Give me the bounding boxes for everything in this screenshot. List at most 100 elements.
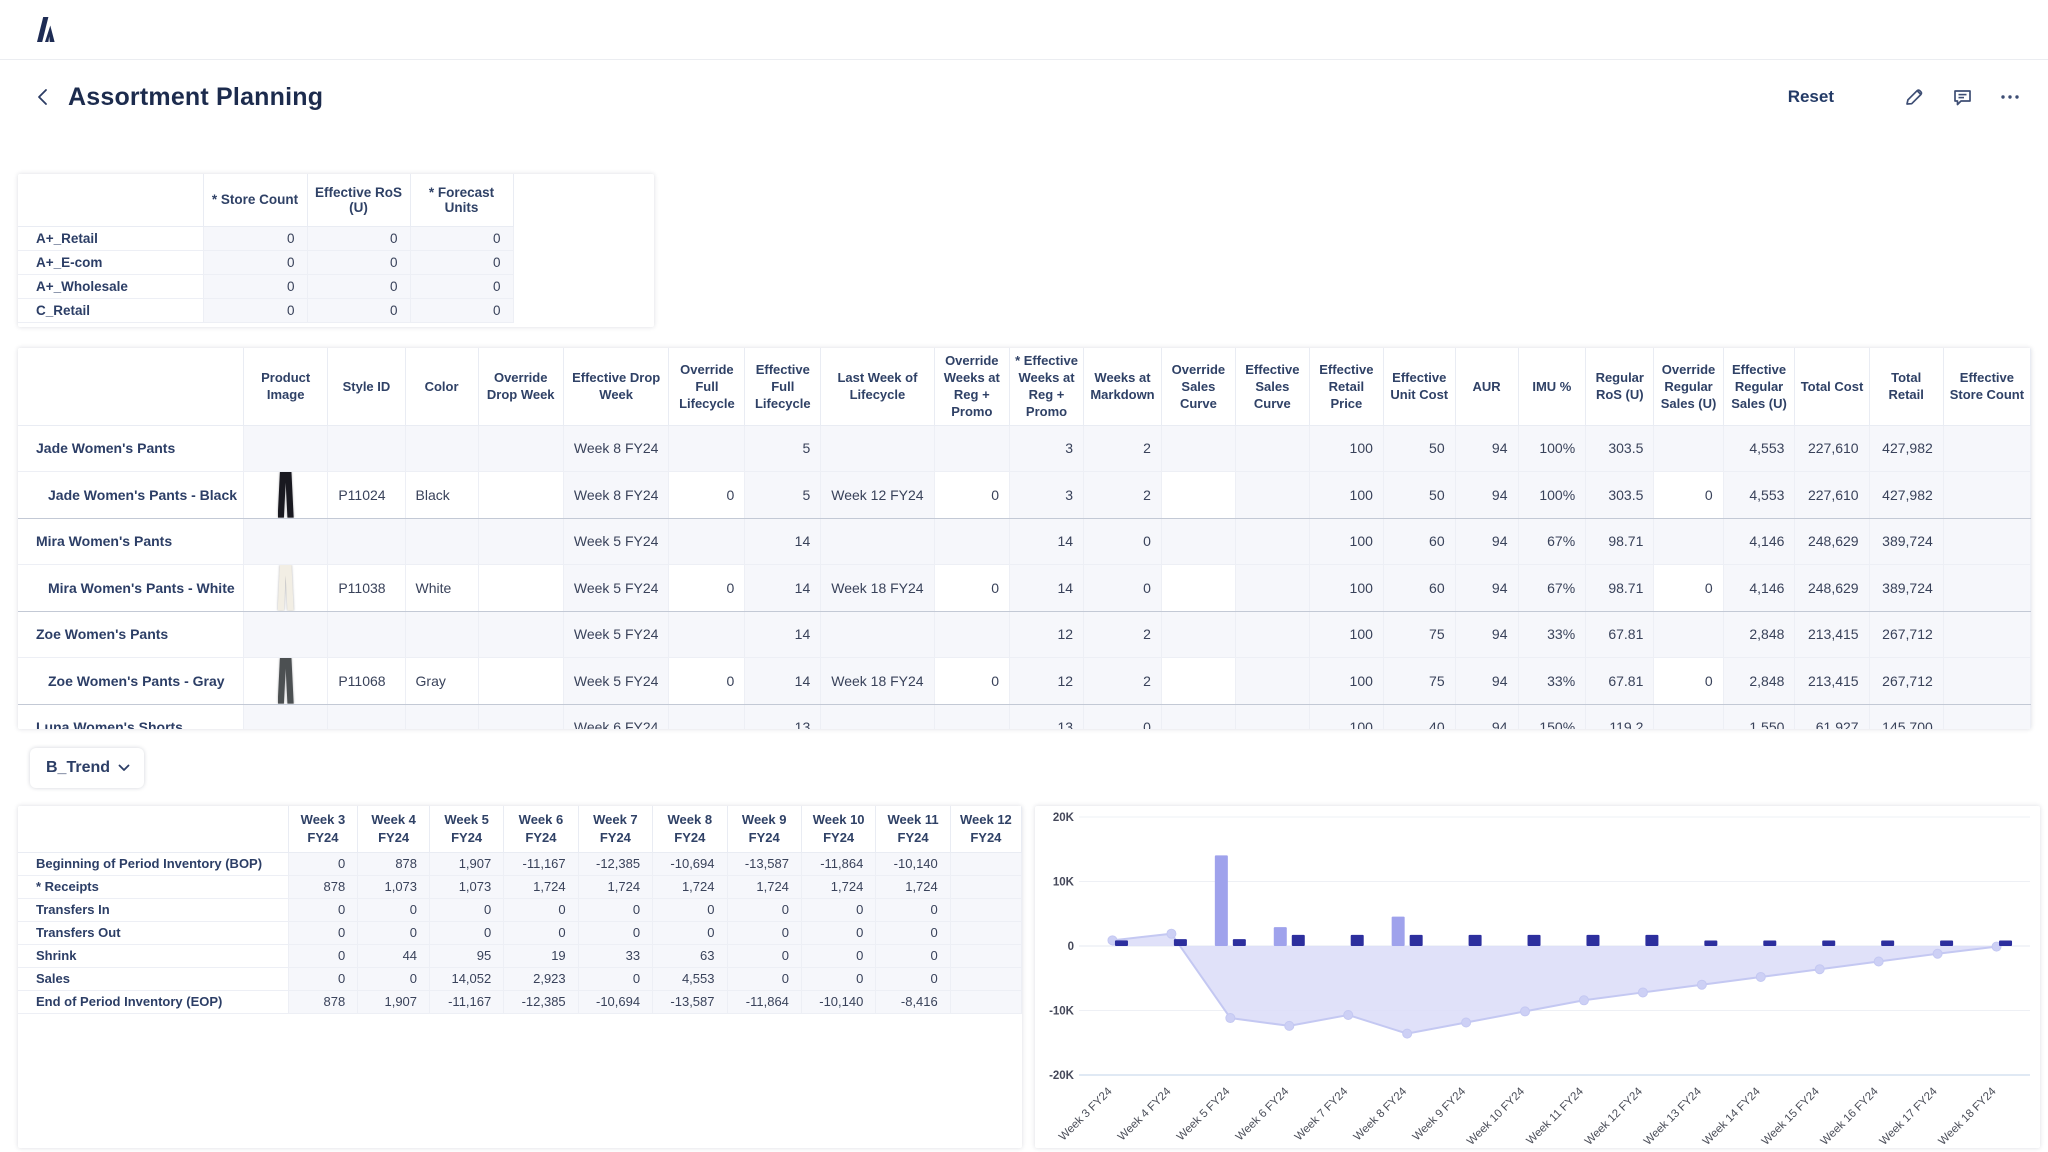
grid-cell-eff_wks[interactable]: 14 — [1010, 564, 1084, 611]
grid-cell-last_week[interactable] — [821, 425, 934, 471]
grid-cell-aur[interactable]: 94 — [1455, 564, 1518, 611]
back-icon[interactable] — [34, 87, 54, 107]
grid-cell-rros[interactable]: 67.81 — [1586, 611, 1654, 657]
grid-cell-ovr_sc[interactable] — [1161, 611, 1235, 657]
grid-cell-color[interactable] — [405, 704, 478, 729]
grid-row-label[interactable]: Jade Women's Pants — [18, 425, 244, 471]
grid-cell-eff_drop[interactable]: Week 5 FY24 — [563, 518, 669, 564]
grid-cell-euc[interactable]: 50 — [1383, 471, 1455, 518]
weeks-cell[interactable]: 14,052 — [430, 967, 504, 990]
weeks-cell[interactable]: -10,140 — [801, 990, 875, 1013]
grid-cell-img[interactable] — [244, 471, 328, 518]
weeks-cell[interactable]: 0 — [358, 967, 430, 990]
grid-cell-style_id[interactable] — [328, 425, 405, 471]
mini-cell[interactable]: 0 — [410, 274, 513, 298]
grid-cell-tcost[interactable]: 248,629 — [1795, 564, 1869, 611]
grid-cell-eff_flc[interactable]: 5 — [745, 471, 821, 518]
grid-row-label[interactable]: Zoe Women's Pants - Gray — [18, 657, 244, 704]
weeks-cell[interactable]: 0 — [653, 921, 727, 944]
weeks-cell[interactable] — [950, 944, 1021, 967]
grid-cell-ovr_rs[interactable]: 0 — [1654, 471, 1723, 518]
grid-cell-tretail[interactable]: 145,700 — [1869, 704, 1943, 729]
mini-cell[interactable]: 0 — [307, 298, 410, 322]
grid-cell-euc[interactable]: 60 — [1383, 564, 1455, 611]
b-trend-selector[interactable]: B_Trend — [30, 748, 144, 788]
grid-cell-eff_sc[interactable] — [1235, 704, 1309, 729]
grid-cell-eff_drop[interactable]: Week 5 FY24 — [563, 564, 669, 611]
weeks-cell[interactable]: 2,923 — [504, 967, 578, 990]
weeks-cell[interactable]: 0 — [504, 921, 578, 944]
grid-cell-imu[interactable]: 67% — [1518, 518, 1586, 564]
weeks-cell[interactable]: 1,724 — [653, 875, 727, 898]
grid-cell-last_week[interactable]: Week 12 FY24 — [821, 471, 934, 518]
grid-cell-esc[interactable] — [1943, 657, 2030, 704]
weeks-cell[interactable]: 0 — [801, 967, 875, 990]
grid-cell-eff_sc[interactable] — [1235, 657, 1309, 704]
grid-cell-ovr_wks[interactable]: 0 — [934, 471, 1009, 518]
grid-row-label[interactable]: Luna Women's Shorts — [18, 704, 244, 729]
weeks-cell[interactable]: 44 — [358, 944, 430, 967]
grid-cell-tretail[interactable]: 267,712 — [1869, 657, 1943, 704]
grid-cell-ovr_wks[interactable]: 0 — [934, 564, 1009, 611]
grid-cell-euc[interactable]: 75 — [1383, 657, 1455, 704]
grid-cell-ovr_drop[interactable] — [478, 471, 563, 518]
grid-cell-tcost[interactable]: 61,927 — [1795, 704, 1869, 729]
grid-cell-color[interactable]: Gray — [405, 657, 478, 704]
grid-cell-ovr_drop[interactable] — [478, 611, 563, 657]
grid-cell-esc[interactable] — [1943, 611, 2030, 657]
grid-cell-eff_sc[interactable] — [1235, 425, 1309, 471]
grid-cell-rros[interactable]: 303.5 — [1586, 471, 1654, 518]
weeks-cell[interactable]: 1,724 — [801, 875, 875, 898]
edit-icon[interactable] — [1902, 85, 1926, 109]
grid-cell-ovr_sc[interactable] — [1161, 471, 1235, 518]
grid-cell-color[interactable]: Black — [405, 471, 478, 518]
grid-cell-erp[interactable]: 100 — [1309, 564, 1383, 611]
grid-cell-color[interactable] — [405, 611, 478, 657]
comment-icon[interactable] — [1950, 85, 1974, 109]
grid-cell-eff_sc[interactable] — [1235, 564, 1309, 611]
weeks-cell[interactable]: -11,167 — [430, 990, 504, 1013]
mini-row-label[interactable]: C_Retail — [18, 298, 203, 322]
grid-row-label[interactable]: Zoe Women's Pants — [18, 611, 244, 657]
grid-cell-tretail[interactable]: 389,724 — [1869, 518, 1943, 564]
mini-row-label[interactable]: A+_E-com — [18, 250, 203, 274]
grid-cell-rros[interactable]: 67.81 — [1586, 657, 1654, 704]
grid-cell-tretail[interactable]: 389,724 — [1869, 564, 1943, 611]
weeks-cell[interactable]: 1,073 — [358, 875, 430, 898]
weeks-cell[interactable]: 0 — [876, 967, 950, 990]
grid-cell-tcost[interactable]: 213,415 — [1795, 611, 1869, 657]
grid-cell-ovr_rs[interactable] — [1654, 611, 1723, 657]
grid-cell-style_id[interactable] — [328, 704, 405, 729]
grid-cell-eff_flc[interactable]: 14 — [745, 611, 821, 657]
grid-cell-tretail[interactable]: 427,982 — [1869, 425, 1943, 471]
weeks-cell[interactable] — [950, 852, 1021, 875]
grid-cell-imu[interactable]: 150% — [1518, 704, 1586, 729]
grid-cell-eff_drop[interactable]: Week 8 FY24 — [563, 425, 669, 471]
weeks-cell[interactable]: -10,694 — [578, 990, 652, 1013]
grid-cell-erp[interactable]: 100 — [1309, 657, 1383, 704]
grid-cell-ovr_wks[interactable]: 0 — [934, 657, 1009, 704]
weeks-cell[interactable]: 0 — [801, 898, 875, 921]
grid-cell-imu[interactable]: 33% — [1518, 657, 1586, 704]
weeks-row-label[interactable]: Beginning of Period Inventory (BOP) — [18, 852, 288, 875]
grid-cell-euc[interactable]: 75 — [1383, 611, 1455, 657]
grid-cell-rros[interactable]: 303.5 — [1586, 425, 1654, 471]
weeks-cell[interactable]: 19 — [504, 944, 578, 967]
grid-cell-img[interactable] — [244, 657, 328, 704]
grid-cell-euc[interactable]: 60 — [1383, 518, 1455, 564]
weeks-cell[interactable]: -8,416 — [876, 990, 950, 1013]
grid-cell-tretail[interactable]: 427,982 — [1869, 471, 1943, 518]
weeks-cell[interactable]: 0 — [358, 921, 430, 944]
grid-cell-eff_rs[interactable]: 4,146 — [1723, 564, 1795, 611]
weeks-cell[interactable]: 0 — [801, 921, 875, 944]
mini-cell[interactable]: 0 — [203, 226, 307, 250]
grid-cell-eff_wks[interactable]: 12 — [1010, 657, 1084, 704]
weeks-cell[interactable]: 0 — [727, 944, 801, 967]
weeks-cell[interactable]: 0 — [578, 898, 652, 921]
grid-cell-wks_md[interactable]: 2 — [1084, 611, 1162, 657]
mini-row-label[interactable]: A+_Wholesale — [18, 274, 203, 298]
grid-cell-eff_drop[interactable]: Week 6 FY24 — [563, 704, 669, 729]
grid-cell-eff_flc[interactable]: 14 — [745, 518, 821, 564]
grid-cell-eff_rs[interactable]: 2,848 — [1723, 611, 1795, 657]
grid-cell-eff_flc[interactable]: 5 — [745, 425, 821, 471]
